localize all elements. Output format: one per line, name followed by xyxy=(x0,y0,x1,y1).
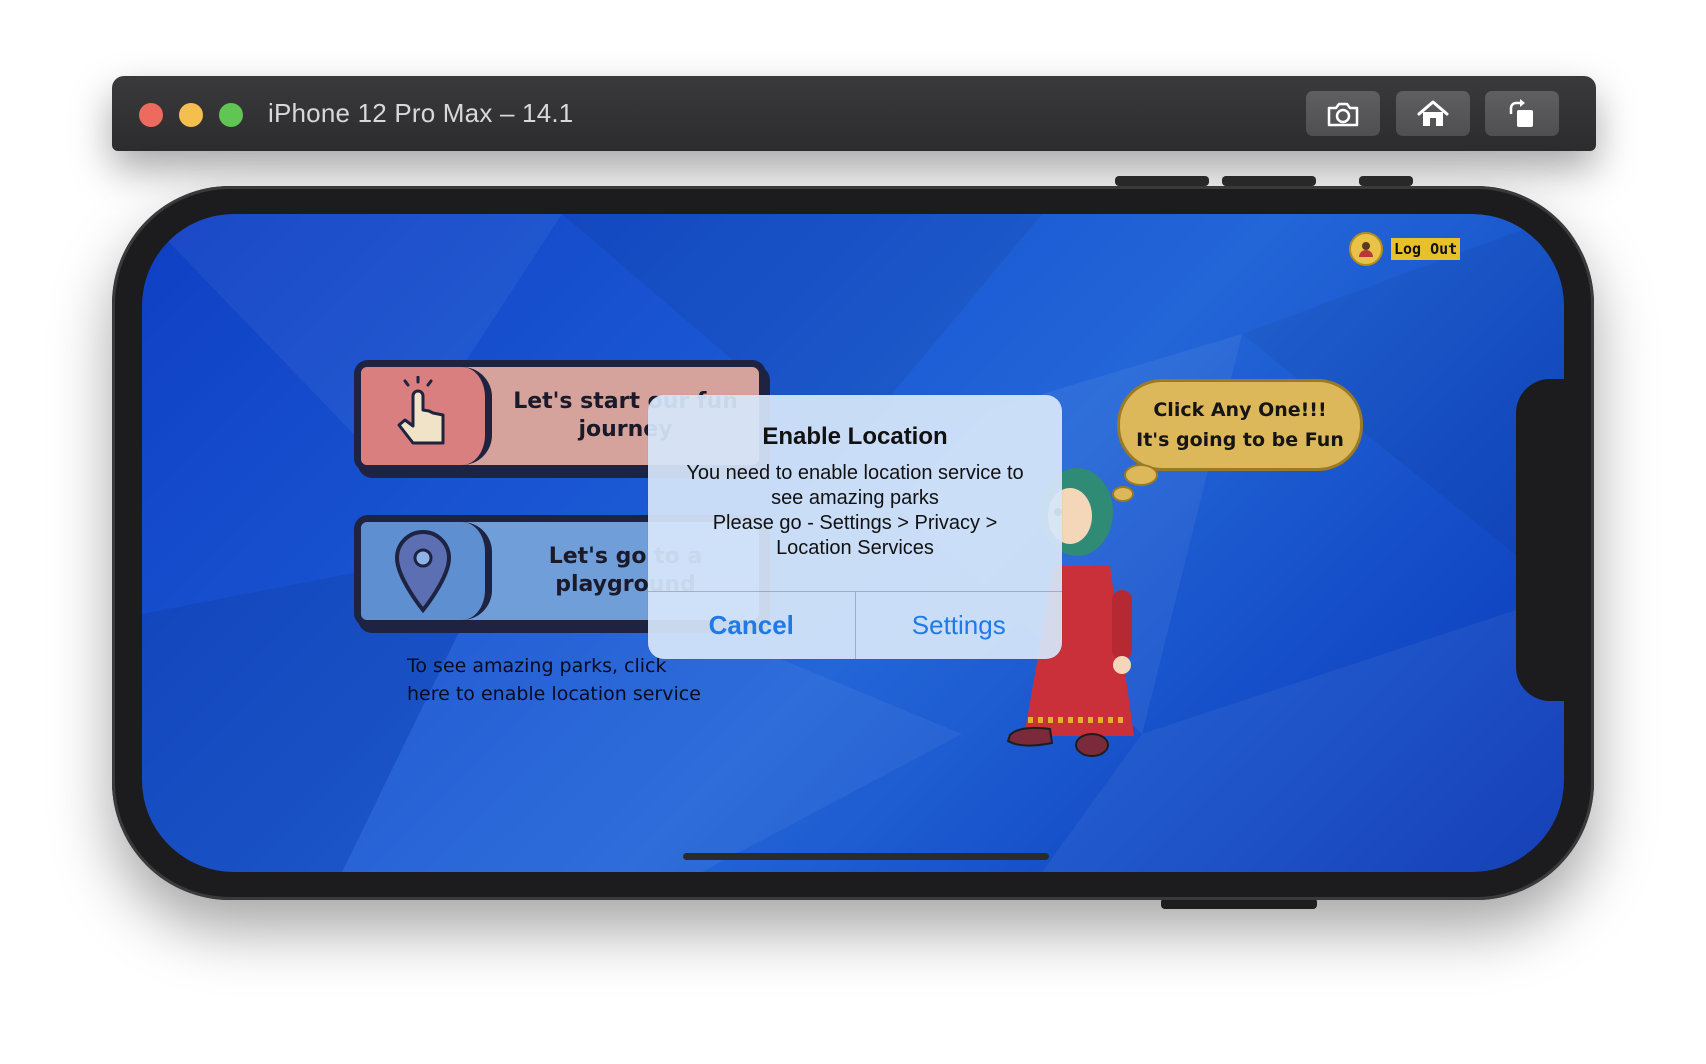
volume-up-button xyxy=(1115,176,1209,186)
avatar[interactable] xyxy=(1349,232,1383,266)
thought-bubble: Click Any One!!! It's going to be Fun xyxy=(1117,379,1363,471)
sensor-housing xyxy=(1516,379,1564,701)
icon-tile xyxy=(361,367,492,465)
icon-tile xyxy=(361,522,492,620)
screenshot-button[interactable] xyxy=(1306,91,1380,136)
rotate-button[interactable] xyxy=(1485,91,1559,136)
camera-icon xyxy=(1327,102,1359,126)
alert-message: You need to enable location service to s… xyxy=(686,462,1024,559)
minimize-window-button[interactable] xyxy=(179,103,203,127)
logout-control: Log Out xyxy=(1349,232,1461,266)
map-pin-icon xyxy=(394,529,452,613)
enable-location-alert: Enable Location You need to enable locat… xyxy=(648,395,1062,659)
avatar-icon xyxy=(1359,242,1373,257)
logout-button[interactable]: Log Out xyxy=(1391,238,1461,260)
settings-button[interactable]: Settings xyxy=(856,592,1063,659)
zoom-window-button[interactable] xyxy=(219,103,243,127)
home-indicator[interactable] xyxy=(683,853,1049,860)
pointing-hand-icon xyxy=(397,376,445,445)
bubble-line: Click Any One!!! xyxy=(1153,399,1327,421)
bubble-line: It's going to be Fun xyxy=(1136,429,1344,451)
silent-switch xyxy=(1359,176,1413,186)
alert-title: Enable Location xyxy=(762,423,948,450)
close-window-button[interactable] xyxy=(139,103,163,127)
enable-location-hint[interactable]: To see amazing parks, click here to enab… xyxy=(407,652,727,708)
rotate-icon xyxy=(1509,98,1533,127)
simulator-title-bar: iPhone 12 Pro Max – 14.1 xyxy=(112,76,1596,151)
window-title: iPhone 12 Pro Max – 14.1 xyxy=(268,98,574,128)
home-button[interactable] xyxy=(1396,91,1470,136)
cancel-button[interactable]: Cancel xyxy=(648,592,856,659)
home-icon xyxy=(1417,100,1449,126)
alert-actions: Cancel Settings xyxy=(648,591,1062,659)
volume-down-button xyxy=(1222,176,1316,186)
